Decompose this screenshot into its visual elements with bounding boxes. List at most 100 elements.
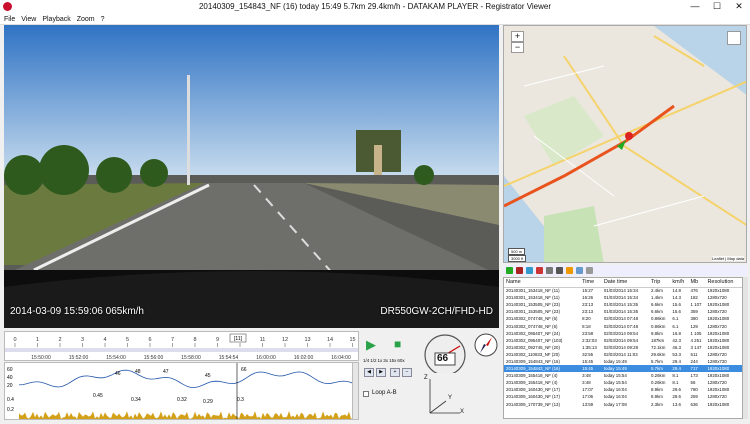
export-icon[interactable] bbox=[566, 267, 573, 274]
table-row[interactable]: 20140301_153505_NF (23) 23:13 01/03/2014 1… bbox=[504, 308, 742, 315]
settings-icon[interactable] bbox=[576, 267, 583, 274]
table-cell: 5.7km bbox=[649, 365, 671, 373]
timeline-label: 11 bbox=[260, 337, 266, 343]
save-icon[interactable] bbox=[546, 267, 553, 274]
table-cell: 1280x720 bbox=[707, 295, 727, 301]
rate-15x[interactable]: 15x bbox=[389, 358, 396, 363]
timeline[interactable]: 0123456789101112131415[11]15:50:0015:52:… bbox=[4, 331, 359, 361]
table-cell: 29.6km bbox=[651, 351, 666, 357]
timeline-label: 5 bbox=[126, 337, 129, 343]
table-cell: 187km bbox=[651, 337, 665, 343]
table-row[interactable]: 20140309_160430_NF (17) 17:07 today 16:04 8… bbox=[504, 386, 742, 393]
rate-3x[interactable]: 3x bbox=[383, 358, 388, 363]
folder-icon[interactable] bbox=[526, 267, 533, 274]
maximize-button[interactable]: ☐ bbox=[706, 0, 728, 14]
column-header[interactable]: Mb bbox=[688, 278, 706, 288]
table-cell: 20140309_155418_NF (4) bbox=[506, 373, 558, 379]
graph-scrollbar[interactable] bbox=[352, 362, 359, 420]
table-row[interactable]: 20140302_110833_NF (20) 32:55 02/03/2014 1… bbox=[504, 351, 742, 358]
telemetry-graph[interactable]: 60 40 20 0.4 0.2 46 48 47 45 66 0.45 0.34 0.32 0.29 0.… bbox=[4, 362, 356, 420]
remove-icon[interactable] bbox=[516, 267, 523, 274]
rate-half[interactable]: 1/2 bbox=[370, 358, 376, 363]
column-header[interactable]: Date time bbox=[601, 278, 649, 288]
rate-1x[interactable]: 1x bbox=[378, 358, 383, 363]
camera-icon[interactable] bbox=[556, 267, 563, 274]
table-row[interactable]: 20140301_153505_NF (23) 23:13 01/03/2014 1… bbox=[504, 301, 742, 308]
timeline-time: 15:58:00 bbox=[181, 355, 201, 361]
table-cell: 1 107 bbox=[690, 302, 702, 308]
table-row[interactable]: 20140302_074748_NF (6) 8:20 02/03/2014 07:… bbox=[504, 315, 742, 322]
table-cell: 29.6 bbox=[672, 387, 681, 393]
table-cell: 13:59 bbox=[582, 401, 594, 407]
map-scale-ft: 3000 ft bbox=[508, 255, 527, 262]
table-cell: 20140309_160430_NF (17) bbox=[506, 394, 560, 400]
table-row[interactable]: 20140309_154843_NF (16) 15:45 today 15:49 5… bbox=[504, 365, 742, 373]
column-header[interactable]: Trip bbox=[649, 278, 671, 288]
prev-frame-icon[interactable]: ◀ bbox=[364, 368, 374, 377]
speed-label: 48 bbox=[135, 369, 141, 375]
stop-button[interactable]: ■ bbox=[394, 337, 401, 351]
table-cell: 17:07 bbox=[582, 387, 594, 393]
table-cell: 1920x1080 bbox=[707, 337, 730, 343]
table-cell: 1920x1080 bbox=[707, 302, 730, 308]
table-cell: 02/03/2014 07:48 bbox=[603, 323, 639, 329]
speed-value: 66 bbox=[437, 353, 449, 364]
map-layers-icon[interactable] bbox=[727, 31, 741, 45]
timeline-time: 16:04:00 bbox=[331, 355, 351, 361]
add-icon[interactable] bbox=[506, 267, 513, 274]
table-cell: 8.1 bbox=[672, 380, 679, 386]
menu-view[interactable]: View bbox=[21, 14, 36, 24]
table-row[interactable]: 20140302_095407_NF (24) 23:58 02/03/2014 0… bbox=[504, 330, 742, 337]
table-cell: 01/03/2014 15:35 bbox=[603, 302, 639, 308]
map-zoom-out-button[interactable]: − bbox=[511, 42, 524, 53]
video-player[interactable]: 2014-03-09 15:59:06 065km/h DR550GW-2CH/… bbox=[4, 25, 499, 328]
menu-playback[interactable]: Playback bbox=[42, 14, 70, 24]
rate-quarter[interactable]: 1/4 bbox=[363, 358, 369, 363]
table-cell: 20140302_110833_NF (20) bbox=[506, 351, 560, 357]
table-row[interactable]: 20140301_153418_NF (11) 15:27 01/03/2014 1… bbox=[504, 287, 742, 294]
file-list[interactable]: Name Time Date time Trip km/h Mb Resolution 20… bbox=[503, 277, 743, 419]
zoom-in-icon[interactable]: + bbox=[390, 368, 400, 377]
menu-help[interactable]: ? bbox=[101, 14, 105, 24]
table-cell: 17:06 bbox=[582, 394, 594, 400]
timeline-label: 9 bbox=[216, 337, 219, 343]
table-row[interactable]: 20140309_160430_NF (17) 17:06 today 16:04 8… bbox=[504, 393, 742, 400]
minimize-button[interactable]: — bbox=[684, 0, 706, 14]
file-list-scrollbar[interactable] bbox=[743, 277, 748, 419]
timeline-time: 15:52:00 bbox=[69, 355, 89, 361]
next-frame-icon[interactable]: ▶ bbox=[376, 368, 386, 377]
axis-y: Y bbox=[448, 395, 453, 401]
table-cell: 20140301_153418_NF (11) bbox=[506, 288, 560, 294]
rate-60x[interactable]: 60x bbox=[397, 358, 404, 363]
table-row[interactable]: 20140309_155418_NF (4) 3:48 today 15:54 0.2… bbox=[504, 372, 742, 379]
table-cell: 20140309_155418_NF (4) bbox=[506, 380, 558, 386]
map-view[interactable]: + − 500 m 3000 ft Leaflet | Map data bbox=[503, 25, 747, 263]
column-header[interactable]: Name bbox=[504, 278, 581, 288]
delete-icon[interactable] bbox=[536, 267, 543, 274]
table-cell: 1280x720 bbox=[707, 351, 727, 357]
table-cell: 6.1 bbox=[672, 316, 679, 322]
table-cell: 1280x720 bbox=[707, 380, 727, 386]
table-row[interactable]: 20140309_170739_NF (13) 13:59 today 17:08 2… bbox=[504, 401, 742, 408]
table-row[interactable]: 20140301_153418_NF (11) 16:26 01/03/2014 1… bbox=[504, 294, 742, 301]
table-row[interactable]: 20140302_074748_NF (6) 8:18 02/03/2014 07:… bbox=[504, 322, 742, 329]
play-button[interactable]: ▶ bbox=[366, 337, 376, 353]
info-icon[interactable] bbox=[586, 267, 593, 274]
table-row[interactable]: 20140309_154843_NF (16) 15:45 today 15:49 5… bbox=[504, 358, 742, 365]
table-row[interactable]: 20140302_095407_NF (103) 2:32:03 02/03/201… bbox=[504, 337, 742, 344]
column-header[interactable]: Time bbox=[580, 278, 602, 288]
column-header[interactable]: Resolution bbox=[705, 278, 742, 288]
zoom-out-icon[interactable]: − bbox=[402, 368, 412, 377]
column-header[interactable]: km/h bbox=[670, 278, 689, 288]
table-cell: 8.9km bbox=[651, 394, 663, 400]
map-zoom-in-button[interactable]: + bbox=[511, 31, 524, 42]
table-row[interactable]: 20140309_155418_NF (4) 3:48 today 15:54 0.2… bbox=[504, 379, 742, 386]
close-button[interactable]: ✕ bbox=[728, 0, 750, 14]
table-row[interactable]: 20140302_092745_NF (20) 1:35:13 02/03/2014… bbox=[504, 344, 742, 351]
menu-file[interactable]: File bbox=[4, 14, 15, 24]
table-cell: today 16:04 bbox=[603, 394, 627, 400]
menu-zoom[interactable]: Zoom bbox=[77, 14, 95, 24]
loop-checkbox[interactable] bbox=[363, 391, 369, 397]
timeline-label: 6 bbox=[148, 337, 151, 343]
table-cell: 29.6 bbox=[672, 394, 681, 400]
